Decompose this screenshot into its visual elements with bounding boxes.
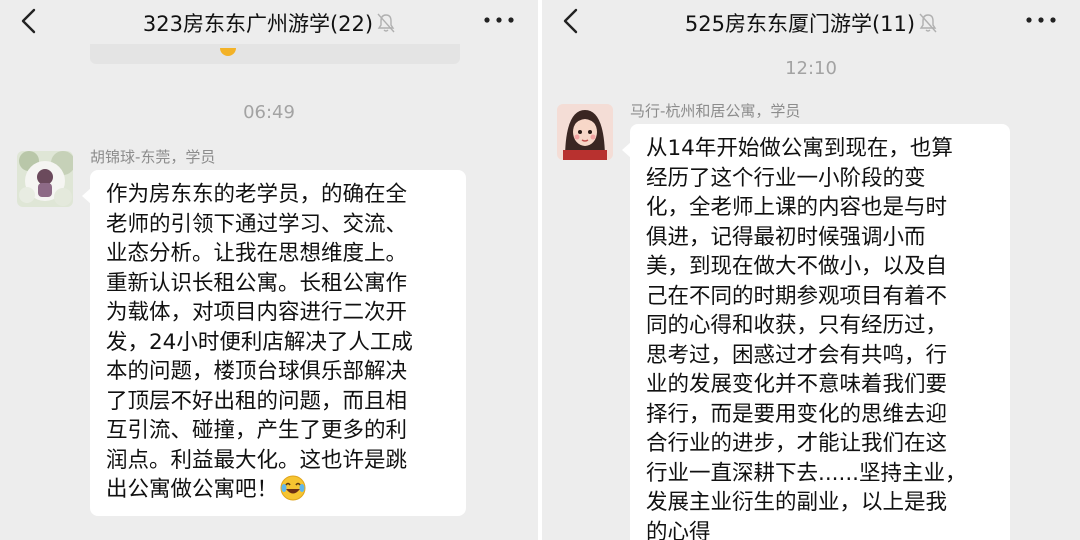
message-line: 润点。利益最大化。这也许是跳	[106, 447, 408, 473]
mute-bell-icon	[377, 13, 395, 33]
message-line: 互引流、碰撞，产生了更多的利	[106, 418, 408, 443]
message-line: 作为房东东的老学员，的确在全	[106, 182, 408, 207]
message-line: 本的问题，楼顶台球俱乐部解决	[106, 359, 408, 384]
emoji-fragment-icon	[220, 48, 236, 56]
chat-title: 525房东东厦门游学(11)	[684, 12, 916, 36]
message-line: 合行业的进步，才能让我们在这	[646, 431, 948, 456]
mute-bell-icon	[919, 13, 937, 33]
message-line: 的心得	[646, 519, 711, 540]
message-line: 为载体，对项目内容进行二次开	[106, 300, 408, 325]
message-bubble[interactable]: 作为房东东的老学员，的确在全 老师的引领下通过学习、交流、 业态分析。让我在思想…	[82, 170, 466, 516]
avatar[interactable]	[17, 151, 73, 207]
message-line: 出公寓做公寓吧！	[106, 477, 279, 502]
message-line: 业的发展变化并不意味着我们要	[646, 372, 948, 397]
left-chat-panel: 323房东东广州游学(22) 06:49 胡锦球-东莞，学员 作为房东东的老学员…	[0, 0, 538, 540]
more-options-icon[interactable]	[482, 10, 516, 30]
chat-header: 323房东东广州游学(22)	[0, 0, 538, 44]
message-line: 发，24小时便利店解决了人工成	[106, 329, 413, 355]
message-line: 重新认识长租公寓。长租公寓作	[106, 270, 408, 296]
message-line: 从14年开始做公寓到现在，也算	[646, 136, 953, 161]
message-line: 俱进，记得最初时候强调小而	[646, 224, 926, 250]
message-timestamp: 06:49	[243, 102, 295, 123]
message-line: 美，到现在做大不做小，以及自	[646, 254, 948, 279]
avatar[interactable]	[557, 104, 613, 160]
sender-name: 胡锦球-东莞，学员	[90, 148, 216, 166]
message-line: 同的心得和收获，只有经历过，	[646, 313, 948, 338]
previous-message-bubble	[90, 44, 460, 64]
sender-name: 马行-杭州和居公寓，学员	[630, 102, 801, 120]
message-timestamp: 12:10	[785, 58, 837, 79]
message-line: 业态分析。让我在思想维度上。	[106, 241, 408, 266]
message-line: 化，全老师上课的内容也是与时	[646, 195, 948, 220]
laughing-tears-emoji-icon	[280, 475, 306, 501]
chat-title-group: 323房东东广州游学(22)	[0, 8, 538, 38]
message-line: 经历了这个行业一小阶段的变	[646, 165, 926, 191]
chat-title-group: 525房东东厦门游学(11)	[542, 8, 1080, 38]
message-bubble[interactable]: 从14年开始做公寓到现在，也算 经历了这个行业一小阶段的变 化，全老师上课的内容…	[622, 124, 1010, 540]
message-line: 思考过，困惑过才会有共鸣，行	[646, 342, 948, 368]
avatar-cartoon-woman-icon	[557, 104, 613, 160]
message-line: 行业一直深耕下去......坚持主业，	[646, 460, 967, 486]
message-line: 了顶层不好出租的问题，而且相	[106, 388, 408, 414]
message-last-line: 出公寓做公寓吧！	[106, 475, 454, 505]
message-line: 择行，而是要用变化的思维去迎	[646, 401, 948, 427]
message-line: 发展主业衍生的副业，以上是我	[646, 490, 948, 515]
avatar-photo-icon	[17, 151, 73, 207]
message-line: 老师的引领下通过学习、交流、	[106, 211, 408, 237]
chat-title: 323房东东广州游学(22)	[142, 12, 374, 36]
right-chat-panel: 525房东东厦门游学(11) 12:10 马行-杭州和居公寓，学员 从14年开始…	[542, 0, 1080, 540]
chat-header: 525房东东厦门游学(11)	[542, 0, 1080, 44]
more-options-icon[interactable]	[1024, 10, 1058, 30]
message-line: 己在不同的时期参观项目有着不	[646, 283, 948, 309]
